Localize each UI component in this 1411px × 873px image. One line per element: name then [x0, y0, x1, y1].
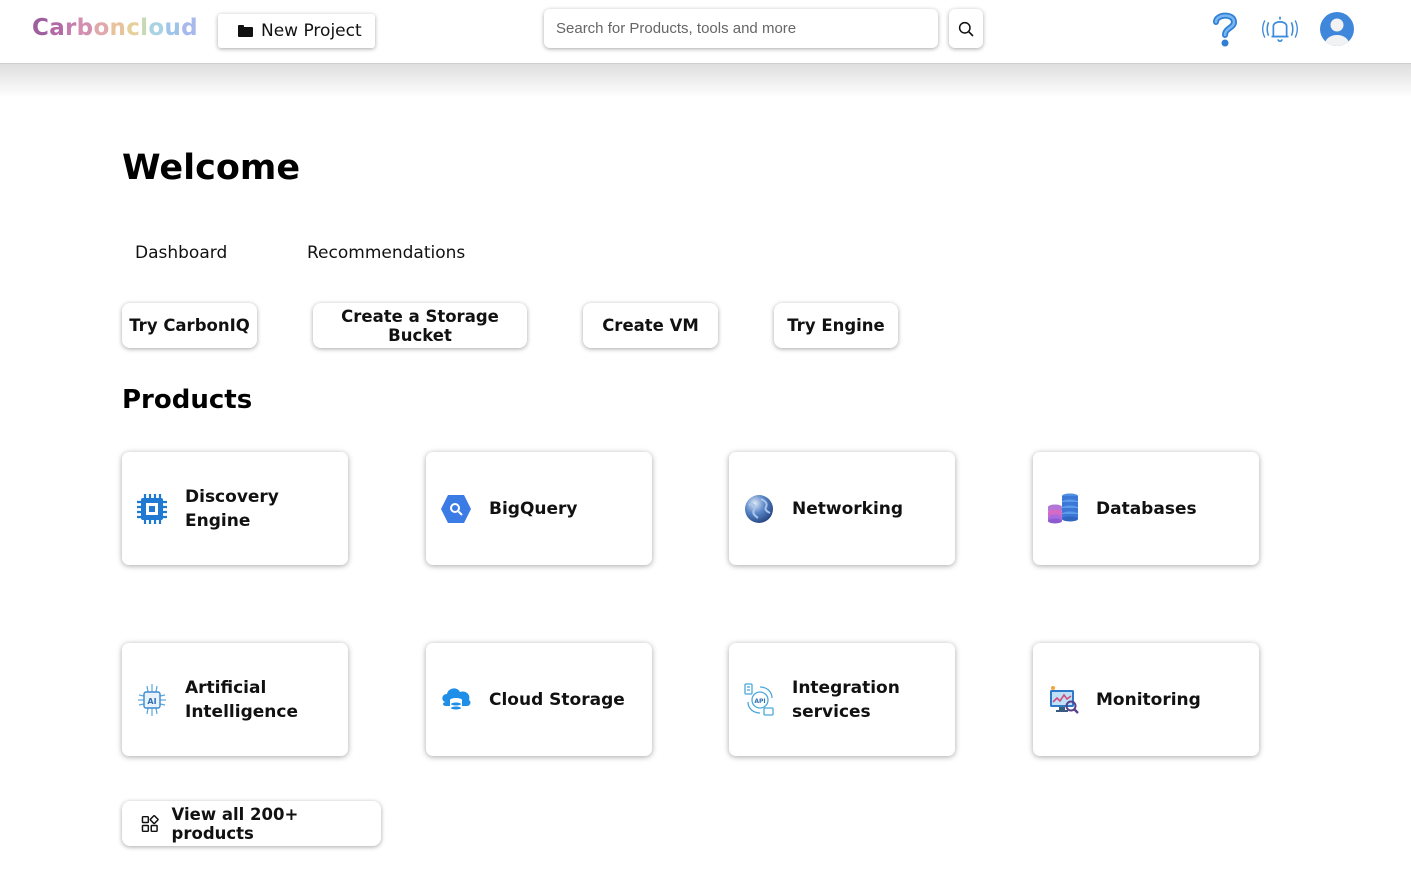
question-icon: [1213, 12, 1238, 47]
view-all-label: View all 200+ products: [171, 804, 299, 843]
top-bar: Carbon cloud New Project: [0, 0, 1411, 64]
svg-text:API: API: [754, 698, 765, 705]
new-project-button[interactable]: New Project: [218, 14, 375, 48]
app-logo[interactable]: Carbon cloud: [32, 15, 198, 41]
products-heading: Products: [122, 385, 253, 415]
new-project-label: New Project: [261, 21, 362, 41]
bell-icon: [1262, 16, 1298, 43]
folder-icon: [238, 25, 253, 37]
product-card-bigquery[interactable]: BigQuery: [426, 452, 652, 565]
product-label: Cloud Storage: [489, 689, 625, 710]
notifications-button[interactable]: [1262, 10, 1298, 48]
create-storage-bucket-button[interactable]: Create a Storage Bucket: [313, 303, 527, 348]
view-all-products-button[interactable]: View all 200+ products: [122, 801, 381, 846]
try-carboniq-button[interactable]: Try CarbonIQ: [122, 303, 257, 348]
svg-text:AI: AI: [147, 697, 156, 706]
product-label: Discovery Engine: [185, 486, 279, 531]
user-avatar-icon: [1320, 12, 1354, 46]
product-label: BigQuery: [489, 498, 578, 519]
chip-icon: [134, 491, 170, 527]
search-button[interactable]: [949, 9, 983, 48]
product-label: Integration services: [792, 677, 900, 722]
tab-recommendations[interactable]: Recommendations: [307, 243, 465, 263]
product-card-networking[interactable]: Networking: [729, 452, 955, 565]
product-card-artificial-intelligence[interactable]: AI Artificial Intelligence: [122, 643, 348, 756]
product-card-databases[interactable]: Databases: [1033, 452, 1259, 565]
help-button[interactable]: [1206, 10, 1242, 48]
ai-chip-icon: AI: [134, 682, 170, 718]
api-icon: API: [741, 682, 777, 718]
product-card-discovery-engine[interactable]: Discovery Engine: [122, 452, 348, 565]
search-input[interactable]: [544, 9, 938, 48]
product-card-monitoring[interactable]: Monitoring: [1033, 643, 1259, 756]
user-avatar-button[interactable]: [1319, 10, 1355, 48]
search-icon: [958, 21, 974, 36]
product-card-integration-services[interactable]: API Integration services: [729, 643, 955, 756]
database-icon: [1045, 491, 1081, 527]
cloud-storage-icon: [438, 682, 474, 718]
product-card-cloud-storage[interactable]: Cloud Storage: [426, 643, 652, 756]
apps-grid-icon: [141, 814, 159, 832]
product-label: Databases: [1096, 498, 1197, 519]
product-label: Monitoring: [1096, 689, 1201, 710]
create-vm-button[interactable]: Create VM: [583, 303, 718, 348]
tab-dashboard[interactable]: Dashboard: [135, 243, 227, 263]
product-label: Networking: [792, 498, 904, 519]
try-engine-button[interactable]: Try Engine: [774, 303, 898, 348]
header-shadow: [0, 64, 1411, 98]
monitoring-icon: [1045, 682, 1081, 718]
product-label: Artificial Intelligence: [185, 677, 298, 722]
globe-icon: [741, 491, 777, 527]
page-title: Welcome: [122, 148, 301, 188]
bigquery-icon: [438, 491, 474, 527]
